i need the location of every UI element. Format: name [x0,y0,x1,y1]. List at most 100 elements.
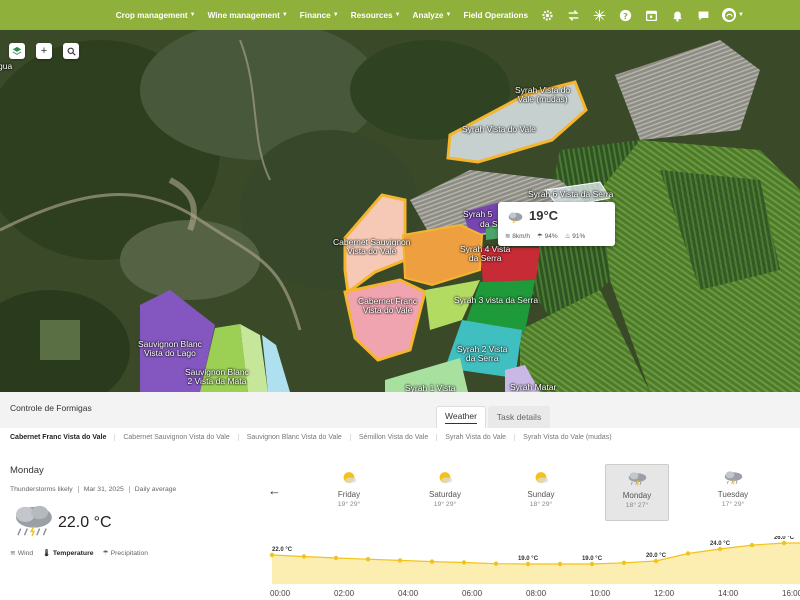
temperature-point[interactable] [589,561,595,567]
hour-tick-label: 00:00 [270,589,291,598]
forecast-day-sunday[interactable]: Sunday 18° 29° [509,464,573,521]
tab-weather[interactable]: Weather [436,406,486,428]
plot-label-cabernet-sauvignon[interactable]: Cabernet Sauvignon Vista do Vale [333,238,411,256]
tab-label: Weather [445,411,477,424]
caret-down-icon[interactable]: ▼ [738,12,744,18]
temperature-data-label: 24.0 °C [710,541,731,547]
metric-precipitation[interactable]: ☂ Precipitation [102,549,149,558]
plot-label-syrah-matar[interactable]: Syrah Matar [510,383,556,392]
forecast-day-name: Friday [337,490,361,499]
hour-tick-label: 16:00 [782,589,800,598]
panel-header: Controle de Formigas Weather Task detail… [0,392,800,428]
nav-crop-management[interactable]: Crop management ▼ [116,11,196,20]
plot-label-syrah-vale-mudas[interactable]: Syrah Vista do Vale (mudas) [515,86,570,104]
zoom-in-button[interactable]: + [36,43,52,59]
wind-icon: ≋ 8km/h [505,233,530,240]
temperature-data-label: 19.0 °C [582,556,603,562]
satellite-map[interactable]: + gua Syrah Vista do Vale (mudas) Syrah … [0,30,800,392]
day-condition: Thunderstorms likely [10,486,73,493]
plot-tab[interactable]: Sauvignon Blanc Vista do Vale [237,434,350,441]
nav-resources[interactable]: Resources ▼ [351,11,401,20]
plot-label-syrah-vale[interactable]: Syrah Vista do Vale [462,125,536,134]
plot-tab[interactable]: Sémillon Vista do Vale [349,434,436,441]
arrow-left-icon[interactable]: ← [268,483,281,498]
help-icon[interactable]: ? [618,8,632,22]
metric-wind[interactable]: ≋ Wind [10,549,34,558]
plot-label-syrah-6[interactable]: Syrah 6 Vista da Serra [528,190,613,199]
plot-tab[interactable]: Syrah Vista do Vale [436,434,514,441]
thermometer-icon: 🌡︎ [42,550,51,557]
forecast-day-range: 19° 29° [337,501,361,508]
plot-tab[interactable]: Syrah Vista do Vale (mudas) [514,434,619,441]
plot-selector: Cabernet Franc Vista do Vale Cabernet Sa… [10,434,620,441]
day-mode: Daily average [128,486,176,493]
storm-icon [507,210,524,228]
temperature-point[interactable] [493,561,499,566]
forecast-day-saturday[interactable]: Saturday 19° 29° [413,464,477,521]
calendar-icon[interactable] [644,8,658,22]
popup-humidity: 91% [572,233,586,240]
temperature-point[interactable] [525,561,531,567]
avatar[interactable] [722,8,737,22]
temperature-point[interactable] [301,554,307,559]
plot-label-syrah-5[interactable]: Syrah 5 [463,210,492,219]
bell-icon[interactable] [670,8,684,22]
plot-label-cabernet-franc[interactable]: Cabernet Franc Vista do Vale [358,297,417,315]
plot-label-syrah-3[interactable]: Syrah 3 vista da Serra [454,296,538,305]
daily-temperature: 22.0 °C [58,514,112,531]
popup-rain: 94% [544,233,558,240]
metric-temperature[interactable]: 🌡︎ Temperature [42,549,93,558]
temperature-point[interactable] [397,558,403,563]
rain-icon: ☂ [102,550,109,557]
metric-tabs: ≋ Wind 🌡︎ Temperature ☂ Precipitation [10,549,149,558]
forecast-day-monday[interactable]: Monday 18° 27° [605,464,669,521]
hour-tick-label: 12:00 [654,589,675,598]
temperature-point[interactable] [749,542,755,548]
temperature-point[interactable] [365,557,371,562]
caret-down-icon: ▼ [281,12,288,18]
wind-icon: ≋ [10,550,16,557]
nav-finance[interactable]: Finance ▼ [300,11,339,20]
temperature-point[interactable] [461,560,467,565]
popup-wind: 8km/h [512,233,530,240]
layers-icon[interactable] [9,43,25,59]
gear-icon[interactable] [540,8,554,22]
sync-icon[interactable] [566,8,580,22]
forecast-day-tuesday[interactable]: Tuesday 17° 29° [701,464,765,521]
forecast-day-range: 18° 29° [529,501,553,508]
temperature-data-label: 26.0 °C [774,536,795,541]
plot-tab[interactable]: Cabernet Franc Vista do Vale [10,434,114,441]
plot-label-sauvignon-mata[interactable]: Sauvignon Blanc 2 Vista da Mata [185,368,249,386]
nav-wine-management[interactable]: Wine management ▼ [208,11,288,20]
temperature-point[interactable] [333,555,339,561]
humidity-icon: ♨ 91% [564,233,586,240]
forecast-day-range: 18° 27° [625,502,649,509]
temperature-point[interactable] [717,546,723,552]
nav-label: Resources [350,10,393,20]
temperature-point[interactable] [269,552,275,558]
metric-label: Precipitation [110,549,149,557]
plot-label-syrah-4[interactable]: Syrah 4 Vista da Serra [460,245,510,263]
temperature-data-label: 20.0 °C [646,553,667,559]
nav-field-operations[interactable]: Field Operations [463,11,528,20]
plot-label-sauvignon-lago[interactable]: Sauvignon Blanc Vista do Lago [138,340,202,358]
network-icon[interactable] [592,8,606,22]
plot-label-syrah-1[interactable]: Syrah 1 Vista [405,384,455,392]
plot-tab[interactable]: Cabernet Sauvignon Vista do Vale [114,434,237,441]
tab-task-details[interactable]: Task details [488,406,550,428]
temperature-point[interactable] [557,561,563,567]
plot-label-syrah-2[interactable]: Syrah 2 Vista da Serra [457,345,507,363]
temperature-data-label: 19.0 °C [518,556,539,562]
nav-analyze[interactable]: Analyze ▼ [413,11,452,20]
forecast-day-friday[interactable]: Friday 19° 29° [317,464,381,521]
temperature-point[interactable] [653,558,659,564]
temperature-point[interactable] [685,551,691,556]
metric-label: Wind [17,549,34,557]
weather-popup[interactable]: 19°C ≋ 8km/h ☂ 94% ♨ 91% [498,202,615,246]
temperature-point[interactable] [781,540,787,546]
plot-label-gua[interactable]: gua [0,62,12,71]
temperature-point[interactable] [621,560,627,565]
search-icon[interactable] [63,43,79,59]
chat-icon[interactable] [696,8,710,22]
temperature-point[interactable] [429,559,435,564]
